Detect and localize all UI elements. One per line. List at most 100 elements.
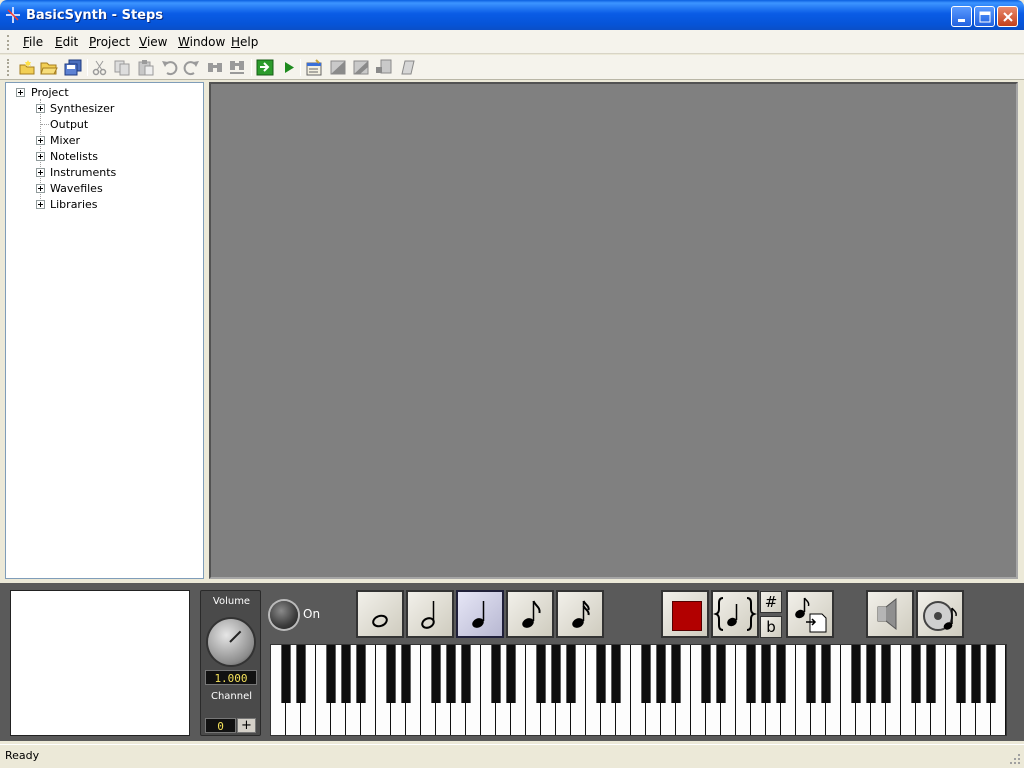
instruments-expand-toggle[interactable] [36,168,45,177]
redo-icon[interactable] [182,59,200,76]
tree-item-project[interactable]: Project [31,86,69,100]
open-icon[interactable] [40,59,58,76]
generate-icon[interactable] [256,59,274,76]
black-key[interactable] [851,645,861,703]
menu-window-label: indow [189,35,226,49]
tree-item-mixer[interactable]: Mixer [50,134,80,148]
black-key[interactable] [326,645,336,703]
black-key[interactable] [386,645,396,703]
save-all-icon[interactable] [64,59,82,76]
on-toggle-knob[interactable] [270,601,298,629]
eighth-note-button[interactable] [506,590,554,638]
menu-help[interactable]: Help [231,35,258,49]
stop-button[interactable] [661,590,709,638]
edit-icon[interactable] [352,59,370,76]
black-key[interactable] [296,645,306,703]
maximize-button[interactable] [974,6,995,27]
black-key[interactable] [356,645,366,703]
black-key[interactable] [506,645,516,703]
black-key[interactable] [281,645,291,703]
black-key[interactable] [656,645,666,703]
black-key[interactable] [491,645,501,703]
sixteenth-note-button[interactable] [556,590,604,638]
move-icon[interactable] [375,59,393,76]
cut-icon[interactable] [91,59,109,76]
menu-file[interactable]: File [23,35,43,49]
speaker-button[interactable] [866,590,914,638]
resize-grip-icon[interactable] [1009,753,1021,765]
black-key[interactable] [401,645,411,703]
black-key[interactable] [716,645,726,703]
copy-icon[interactable] [113,59,131,76]
close-button[interactable] [997,6,1018,27]
blank-icon[interactable] [399,59,417,76]
volume-knob[interactable] [208,619,254,665]
black-key[interactable] [566,645,576,703]
tree-item-instruments[interactable]: Instruments [50,166,116,180]
black-key[interactable] [956,645,966,703]
half-note-button[interactable] [406,590,454,638]
tree-item-wavefiles[interactable]: Wavefiles [50,182,103,196]
notelists-expand-toggle[interactable] [36,152,45,161]
black-key[interactable] [881,645,891,703]
libraries-expand-toggle[interactable] [36,200,45,209]
add-icon[interactable] [329,59,347,76]
group-notes-button[interactable] [711,590,759,638]
black-key[interactable] [341,645,351,703]
synthesizer-expand-toggle[interactable] [36,104,45,113]
black-key[interactable] [971,645,981,703]
black-key[interactable] [701,645,711,703]
black-key[interactable] [461,645,471,703]
black-key[interactable] [986,645,996,703]
note-to-file-button[interactable] [786,590,834,638]
wavefiles-expand-toggle[interactable] [36,184,45,193]
find-next-icon[interactable] [228,59,246,76]
sharp-button[interactable]: # [760,591,782,613]
black-key[interactable] [821,645,831,703]
black-key[interactable] [776,645,786,703]
tree-item-libraries[interactable]: Libraries [50,198,98,212]
black-key[interactable] [746,645,756,703]
black-key[interactable] [671,645,681,703]
black-key[interactable] [926,645,936,703]
black-key[interactable] [431,645,441,703]
menu-window[interactable]: Window [178,35,225,49]
menu-project[interactable]: Project [89,35,130,49]
black-key[interactable] [611,645,621,703]
black-key[interactable] [911,645,921,703]
tree-item-notelists[interactable]: Notelists [50,150,98,164]
black-key[interactable] [761,645,771,703]
whole-note-button[interactable] [356,590,404,638]
undo-icon[interactable] [161,59,179,76]
paste-icon[interactable] [137,59,155,76]
menu-grip[interactable] [7,35,10,50]
black-key[interactable] [551,645,561,703]
tree-item-output[interactable]: Output [50,118,88,132]
black-key[interactable] [536,645,546,703]
piano-keys[interactable] [271,645,1006,735]
menu-view[interactable]: View [139,35,167,49]
black-key[interactable] [641,645,651,703]
channel-increment-button[interactable]: + [237,718,256,733]
note-to-document-icon [795,597,827,633]
menu-edit[interactable]: Edit [55,35,78,49]
basicsynth-app-icon[interactable] [4,6,22,24]
properties-icon[interactable] [305,59,323,76]
piano-keyboard[interactable] [270,644,1007,736]
find-icon[interactable] [206,59,224,76]
quarter-note-button[interactable] [456,590,504,638]
black-key[interactable] [866,645,876,703]
toolbar-grip[interactable] [7,59,10,76]
flat-button[interactable]: b [760,616,782,638]
mixer-expand-toggle[interactable] [36,136,45,145]
black-key[interactable] [806,645,816,703]
new-icon[interactable] [18,59,36,76]
project-expand-toggle[interactable] [16,88,25,97]
black-key[interactable] [596,645,606,703]
record-disc-button[interactable] [916,590,964,638]
tree-item-synthesizer[interactable]: Synthesizer [50,102,114,116]
play-icon[interactable] [280,59,298,76]
volume-panel: Volume 1.000 Channel 0 + [200,590,261,736]
black-key[interactable] [446,645,456,703]
minimize-button[interactable] [951,6,972,27]
